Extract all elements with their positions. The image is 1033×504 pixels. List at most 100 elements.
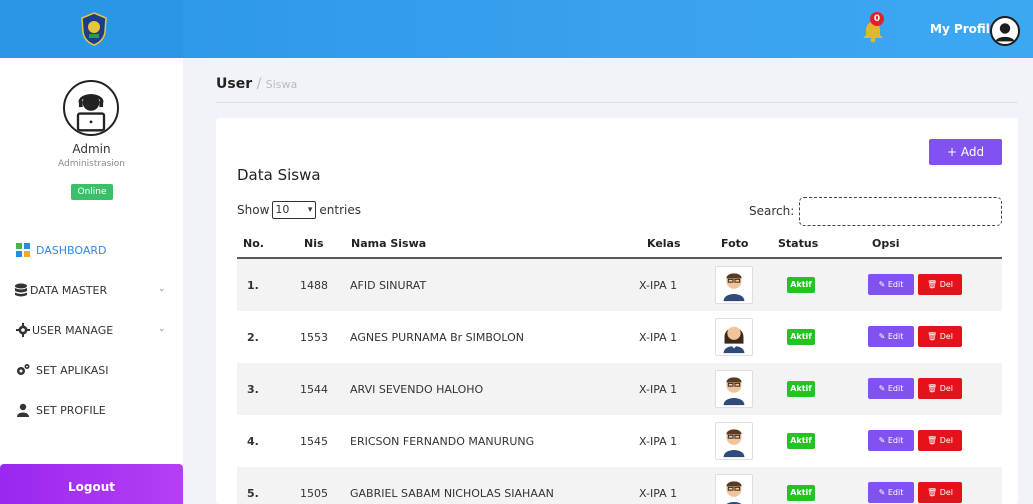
entries-select-value: 10 [275, 203, 290, 216]
sidebar: Admin Administrasion Online DASHBOARD DA… [0, 58, 183, 504]
breadcrumb-separator: / [256, 76, 262, 92]
gear-icon [16, 323, 30, 337]
col-header-nama[interactable]: Nama Siswa [351, 237, 426, 250]
my-profile-link[interactable]: My Profile [930, 22, 998, 36]
trash-icon: 🗑 [926, 280, 940, 289]
status-badge: Aktif [787, 329, 815, 345]
delete-label: Del [939, 436, 953, 445]
student-photo-icon[interactable] [715, 370, 753, 408]
sidebar-item-user-manage[interactable]: USER MANAGE ⌄ [0, 314, 183, 346]
logout-button[interactable]: Logout [0, 464, 183, 504]
entries-label: entries [319, 203, 361, 217]
trash-icon: 🗑 [926, 332, 940, 341]
cell-nama: GABRIEL SABAM NICHOLAS SIAHAAN [350, 487, 554, 500]
breadcrumb-sub: Siswa [265, 78, 298, 91]
sidebar-item-label: SET APLIKASI [36, 363, 109, 377]
plus-icon: + [946, 145, 957, 159]
dashboard-icon [16, 243, 30, 257]
profile-avatar-icon[interactable] [990, 16, 1020, 46]
entries-select[interactable]: 10 ▾ [272, 201, 317, 219]
sidebar-item-label: SET PROFILE [36, 403, 106, 417]
search-label: Search: [749, 204, 795, 218]
pencil-icon: ✎ [878, 280, 888, 289]
pencil-icon: ✎ [878, 436, 888, 445]
table-row: 1. 1488 AFID SINURAT X-IPA 1 Aktif ✎ Edi… [237, 259, 1002, 311]
cell-kelas: X-IPA 1 [639, 487, 678, 500]
chevron-down-icon: ⌄ [158, 324, 166, 334]
sidebar-item-dashboard[interactable]: DASHBOARD [0, 234, 183, 266]
status-badge: Aktif [787, 381, 815, 397]
edit-button[interactable]: ✎ Edit [868, 378, 914, 399]
database-icon [15, 283, 27, 297]
admin-avatar-icon [63, 80, 119, 136]
cell-nama: AFID SINURAT [350, 279, 427, 292]
col-header-opsi[interactable]: Opsi [872, 237, 900, 250]
cell-nama: AGNES PURNAMA Br SIMBOLON [350, 331, 525, 344]
cell-no: 1. [247, 279, 259, 292]
add-button[interactable]: + Add [929, 139, 1002, 165]
school-logo-icon[interactable] [80, 12, 108, 46]
delete-button[interactable]: 🗑 Del [918, 326, 962, 347]
col-header-kelas[interactable]: Kelas [647, 237, 681, 250]
pencil-icon: ✎ [878, 332, 888, 341]
student-photo-icon[interactable] [715, 422, 753, 460]
top-bar: 0 My Profile [0, 0, 1033, 58]
cell-no: 3. [247, 383, 259, 396]
cell-nama: ERICSON FERNANDO MANURUNG [350, 435, 535, 448]
pencil-icon: ✎ [878, 488, 888, 497]
cell-nis: 1553 [300, 331, 328, 344]
delete-button[interactable]: 🗑 Del [918, 274, 962, 295]
table-row: 3. 1544 ARVI SEVENDO HALOHO X-IPA 1 Akti… [237, 363, 1002, 415]
user-role: Administrasion [57, 159, 126, 169]
breadcrumb-current[interactable]: User [216, 76, 252, 92]
edit-label: Edit [887, 280, 904, 289]
trash-icon: 🗑 [926, 436, 940, 445]
user-name: Admin [72, 142, 111, 156]
delete-button[interactable]: 🗑 Del [918, 482, 962, 503]
cell-nama: ARVI SEVENDO HALOHO [350, 383, 484, 396]
edit-label: Edit [887, 488, 904, 497]
col-header-no[interactable]: No. [243, 237, 264, 250]
user-icon [17, 403, 29, 417]
delete-button[interactable]: 🗑 Del [918, 378, 962, 399]
breadcrumb: User / Siswa [216, 76, 297, 92]
add-button-label: Add [960, 145, 985, 159]
delete-button[interactable]: 🗑 Del [918, 430, 962, 451]
logo-area [0, 0, 183, 58]
cell-no: 5. [247, 487, 259, 500]
student-photo-icon[interactable] [715, 474, 753, 504]
cell-kelas: X-IPA 1 [639, 435, 678, 448]
edit-button[interactable]: ✎ Edit [868, 274, 914, 295]
search-input[interactable] [799, 197, 1002, 226]
student-photo-icon[interactable] [715, 266, 753, 304]
cell-kelas: X-IPA 1 [639, 331, 678, 344]
col-header-status[interactable]: Status [778, 237, 818, 250]
show-label: Show [237, 203, 270, 217]
sidebar-item-label: DASHBOARD [36, 243, 107, 257]
edit-button[interactable]: ✎ Edit [868, 482, 914, 503]
student-photo-icon[interactable] [715, 318, 753, 356]
edit-button[interactable]: ✎ Edit [868, 326, 914, 347]
trash-icon: 🗑 [926, 488, 940, 497]
cell-kelas: X-IPA 1 [639, 279, 678, 292]
edit-button[interactable]: ✎ Edit [868, 430, 914, 451]
chevron-down-icon: ⌄ [158, 284, 166, 294]
table-row: 2. 1553 AGNES PURNAMA Br SIMBOLON X-IPA … [237, 311, 1002, 363]
table-row: 4. 1545 ERICSON FERNANDO MANURUNG X-IPA … [237, 415, 1002, 467]
sidebar-item-set-aplikasi[interactable]: SET APLIKASI [0, 354, 183, 386]
col-header-foto[interactable]: Foto [721, 237, 748, 250]
cell-no: 4. [247, 435, 259, 448]
notification-badge: 0 [870, 12, 884, 26]
entries-control: Show 10 ▾ entries [237, 201, 361, 219]
status-badge: Aktif [787, 433, 815, 449]
delete-label: Del [939, 384, 953, 393]
status-badge: Aktif [787, 277, 815, 293]
col-header-nis[interactable]: Nis [304, 237, 324, 250]
trash-icon: 🗑 [926, 384, 940, 393]
sidebar-item-data-master[interactable]: DATA MASTER ⌄ [0, 274, 183, 306]
cell-nis: 1488 [300, 279, 328, 292]
sidebar-item-set-profile[interactable]: SET PROFILE [0, 394, 183, 426]
gears-icon [17, 364, 30, 375]
cell-kelas: X-IPA 1 [639, 383, 678, 396]
pencil-icon: ✎ [878, 384, 888, 393]
